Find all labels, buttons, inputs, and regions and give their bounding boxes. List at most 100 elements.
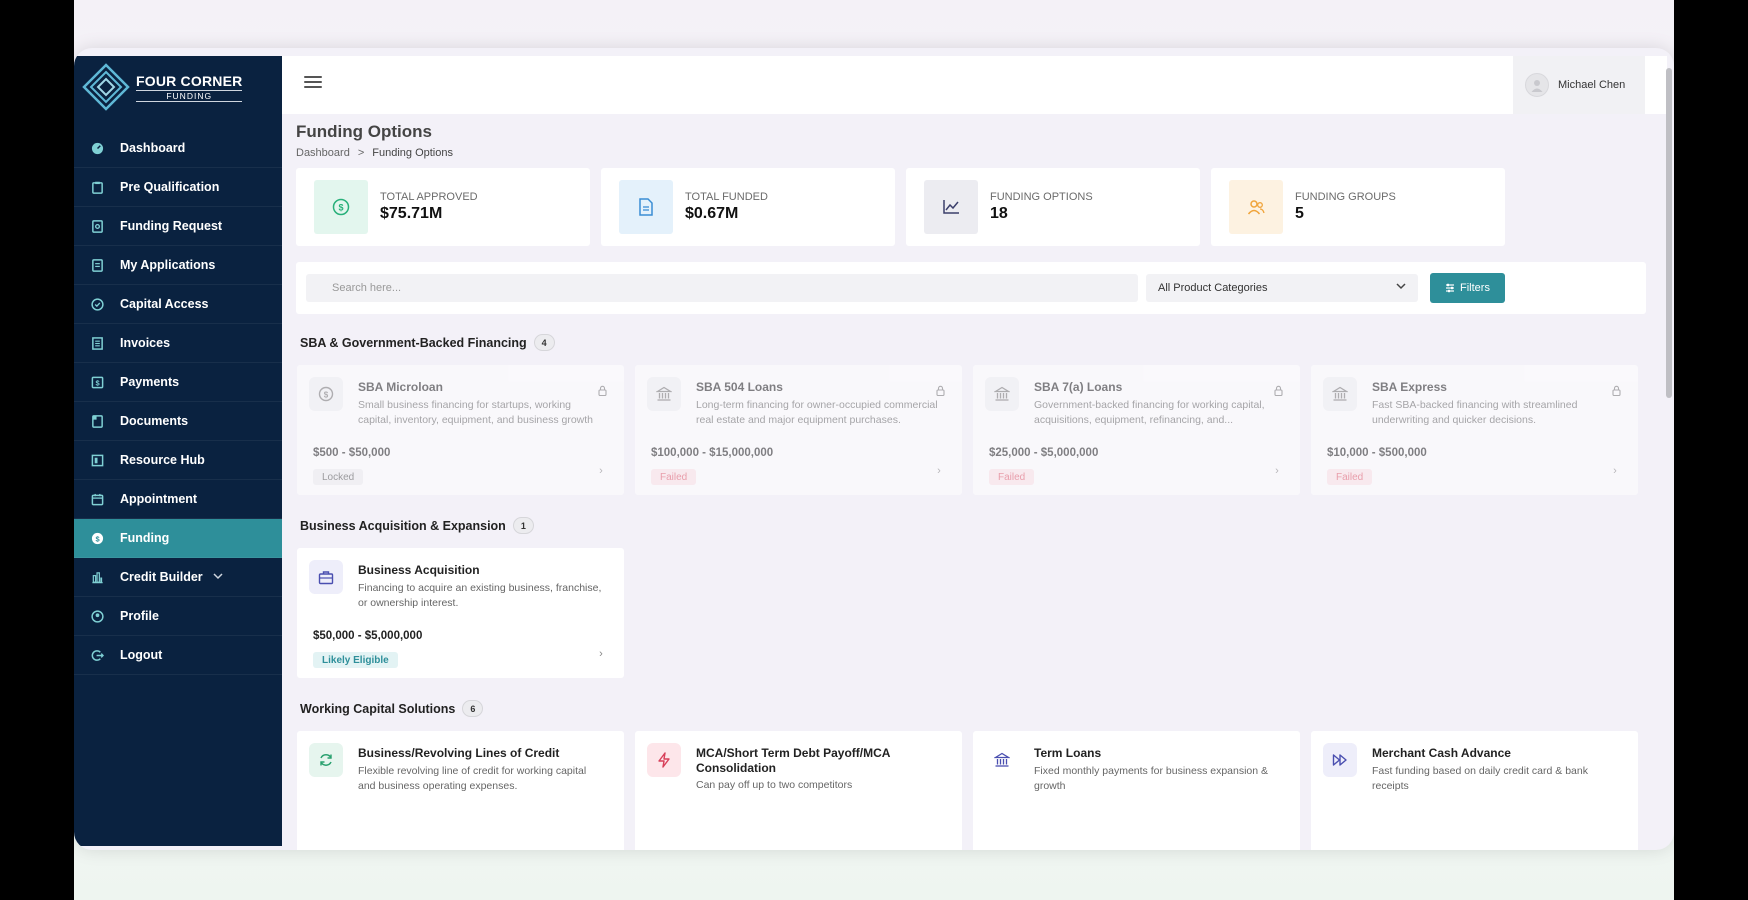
sidebar-item-payments[interactable]: $ Payments bbox=[74, 363, 282, 402]
sidebar-item-label: Credit Builder bbox=[120, 570, 203, 584]
card-title: MCA/Short Term Debt Payoff/MCA Consolida… bbox=[696, 746, 891, 775]
sidebar-item-my-applications[interactable]: My Applications bbox=[74, 246, 282, 285]
status-badge: Likely Eligible bbox=[313, 652, 398, 668]
status-badge: Locked bbox=[313, 469, 364, 485]
brand-logo[interactable]: FOUR CORNER FUNDING bbox=[82, 62, 243, 112]
funding-card-mca-payoff[interactable]: MCA/Short Term Debt Payoff/MCA Consolida… bbox=[635, 731, 962, 850]
document-search-icon bbox=[90, 219, 104, 233]
card-range: $500 - $50,000 bbox=[313, 447, 391, 459]
stat-total-approved: $ TOTAL APPROVED $75.71M bbox=[296, 168, 590, 246]
section-cards-sba: $ SBA Microloan Small business financing… bbox=[297, 365, 1646, 495]
page-title: Funding Options bbox=[296, 122, 432, 141]
user-menu[interactable]: Michael Chen bbox=[1513, 56, 1645, 114]
stats-row: $ TOTAL APPROVED $75.71M TOTAL FUNDED $0… bbox=[296, 168, 1646, 246]
category-select[interactable]: All Product Categories bbox=[1146, 274, 1418, 302]
sidebar-item-dashboard[interactable]: Dashboard bbox=[74, 129, 282, 168]
sidebar-item-label: Documents bbox=[120, 414, 189, 428]
sidebar-item-invoices[interactable]: Invoices bbox=[74, 324, 282, 363]
card-range: $25,000 - $5,000,000 bbox=[989, 447, 1099, 459]
status-badge: Failed bbox=[1327, 469, 1373, 485]
bank-icon bbox=[1323, 377, 1357, 411]
stat-label: FUNDING GROUPS bbox=[1295, 191, 1396, 203]
card-title: SBA 504 Loans bbox=[696, 380, 783, 394]
chevron-right-icon[interactable]: › bbox=[1604, 460, 1626, 482]
svg-text:$: $ bbox=[95, 378, 100, 387]
card-title: SBA 7(a) Loans bbox=[1034, 380, 1123, 394]
sidebar-item-label: My Applications bbox=[120, 258, 216, 272]
brand-sub: FUNDING bbox=[136, 89, 243, 102]
lock-icon bbox=[598, 385, 607, 396]
sidebar-item-label: Invoices bbox=[120, 336, 171, 350]
sidebar-nav: Dashboard Pre Qualification Funding Requ… bbox=[74, 129, 282, 675]
status-badge: Failed bbox=[989, 469, 1035, 485]
sidebar-item-label: Logout bbox=[120, 648, 163, 662]
funding-card-sba-express[interactable]: SBA Express Fast SBA-backed financing wi… bbox=[1311, 365, 1638, 495]
list-icon bbox=[90, 258, 104, 272]
stat-value: $0.67M bbox=[685, 205, 739, 222]
card-description: Fast funding based on daily credit card … bbox=[1372, 765, 1588, 792]
funding-card-sba-7a[interactable]: SBA 7(a) Loans Government-backed financi… bbox=[973, 365, 1300, 495]
section-header-acquisition: Business Acquisition & Expansion 1 bbox=[300, 517, 1646, 534]
funding-card-term-loans[interactable]: Term Loans Fixed monthly payments for bu… bbox=[973, 731, 1300, 850]
chart-bar-icon bbox=[90, 570, 104, 584]
sidebar-item-funding-request[interactable]: Funding Request bbox=[74, 207, 282, 246]
chevron-right-icon[interactable]: › bbox=[590, 643, 612, 665]
left-letterbox bbox=[0, 0, 74, 900]
app-window: FOUR CORNER FUNDING Dashboard Pre Qualif… bbox=[74, 48, 1674, 850]
card-description: Government-backed financing for working … bbox=[1034, 399, 1265, 426]
chevron-down-icon bbox=[1396, 283, 1406, 290]
menu-toggle-icon[interactable] bbox=[304, 76, 322, 90]
card-description: Financing to acquire an existing busines… bbox=[358, 582, 602, 609]
count-badge: 1 bbox=[512, 517, 534, 534]
sidebar-item-credit-builder[interactable]: Credit Builder bbox=[74, 558, 282, 597]
sidebar-item-label: Payments bbox=[120, 375, 180, 389]
card-title: Business/Revolving Lines of Credit bbox=[358, 746, 560, 760]
chevron-right-icon[interactable]: › bbox=[1266, 460, 1288, 482]
breadcrumb-current: Funding Options bbox=[372, 147, 453, 159]
sidebar-item-pre-qualification[interactable]: Pre Qualification bbox=[74, 168, 282, 207]
section-title: Working Capital Solutions bbox=[300, 701, 456, 716]
funding-card-lines-of-credit[interactable]: Business/Revolving Lines of Credit Flexi… bbox=[297, 731, 624, 850]
stat-value: 18 bbox=[990, 205, 1008, 222]
lock-icon bbox=[1274, 385, 1283, 396]
card-title: Business Acquisition bbox=[358, 563, 480, 577]
sidebar-item-appointment[interactable]: Appointment bbox=[74, 480, 282, 519]
user-circle-icon bbox=[90, 609, 104, 623]
breadcrumb-home[interactable]: Dashboard bbox=[296, 147, 350, 159]
section-header-working-capital: Working Capital Solutions 6 bbox=[300, 700, 1646, 717]
funding-card-business-acquisition[interactable]: Business Acquisition Financing to acquir… bbox=[297, 548, 624, 678]
card-title: Merchant Cash Advance bbox=[1372, 746, 1511, 760]
dollar-icon: $ bbox=[90, 375, 104, 389]
sidebar-item-capital-access[interactable]: Capital Access bbox=[74, 285, 282, 324]
section-cards-acquisition: Business Acquisition Financing to acquir… bbox=[297, 548, 1646, 678]
search-input[interactable] bbox=[306, 274, 1138, 302]
sidebar-item-logout[interactable]: Logout bbox=[74, 636, 282, 675]
category-select-value: All Product Categories bbox=[1158, 282, 1268, 294]
funding-card-sba-microloan[interactable]: $ SBA Microloan Small business financing… bbox=[297, 365, 624, 495]
sidebar-item-documents[interactable]: Documents bbox=[74, 402, 282, 441]
fast-forward-icon bbox=[1323, 743, 1357, 777]
sidebar-item-label: Funding bbox=[120, 531, 170, 545]
card-range: $50,000 - $5,000,000 bbox=[313, 630, 423, 642]
sidebar-item-funding[interactable]: $ Funding bbox=[74, 519, 282, 558]
brand-name: FOUR CORNER bbox=[136, 72, 243, 89]
sidebar-item-label: Profile bbox=[120, 609, 159, 623]
sidebar-item-resource-hub[interactable]: Resource Hub bbox=[74, 441, 282, 480]
scrollbar[interactable] bbox=[1666, 62, 1672, 842]
chevron-right-icon[interactable]: › bbox=[590, 460, 612, 482]
stat-value: $75.71M bbox=[380, 205, 443, 222]
funding-card-merchant-cash-advance[interactable]: Merchant Cash Advance Fast funding based… bbox=[1311, 731, 1638, 850]
card-range: $100,000 - $15,000,000 bbox=[651, 447, 774, 459]
card-description: Long-term financing for owner-occupied c… bbox=[696, 399, 938, 426]
chevron-right-icon[interactable]: › bbox=[928, 460, 950, 482]
main-content: Funding Options Dashboard > Funding Opti… bbox=[296, 114, 1646, 850]
dollar-circle-icon: $ bbox=[314, 180, 368, 234]
section-cards-working-capital: Business/Revolving Lines of Credit Flexi… bbox=[297, 731, 1646, 850]
scrollbar-thumb[interactable] bbox=[1666, 68, 1672, 398]
sidebar-item-profile[interactable]: Profile bbox=[74, 597, 282, 636]
lightning-icon bbox=[647, 743, 681, 777]
funding-card-sba-504[interactable]: SBA 504 Loans Long-term financing for ow… bbox=[635, 365, 962, 495]
invoice-icon bbox=[90, 336, 104, 350]
chevron-down-icon[interactable] bbox=[213, 572, 223, 583]
filters-button[interactable]: Filters bbox=[1430, 273, 1505, 303]
